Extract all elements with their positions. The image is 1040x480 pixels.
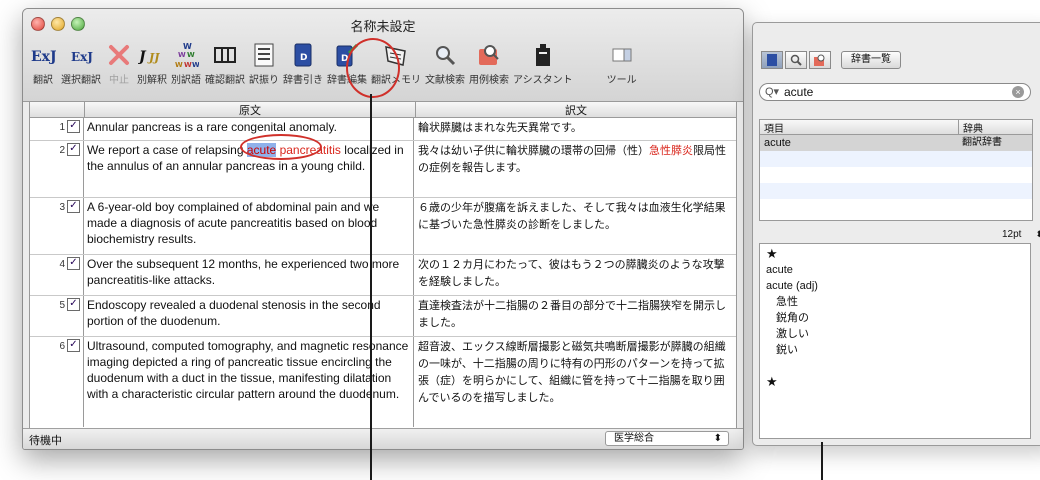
annotation-ring-toolbar xyxy=(346,38,400,98)
list-item[interactable]: acute 翻訳辞書 xyxy=(760,135,1032,151)
tools-button[interactable]: ツール xyxy=(607,41,637,86)
alt-translation-icon: J JJ xyxy=(138,41,166,69)
star-icon: ★ xyxy=(766,246,778,261)
select-translate-icon: ExJ xyxy=(68,41,94,69)
row-checkbox[interactable]: ✓ xyxy=(67,143,80,156)
dictionary-panel: 辞書一覧 Q▾ acute × 項目 辞典 acute 翻訳辞書 12pt⬍ ★… xyxy=(752,22,1040,446)
alt-translation-button[interactable]: J JJ 別解釈 xyxy=(137,41,167,86)
entry-headword: acute xyxy=(766,264,793,276)
source-cell[interactable]: Annular pancreas is a rare congenital an… xyxy=(84,118,414,140)
panel-example-button[interactable] xyxy=(809,51,831,69)
alt-word-button[interactable]: WWWWWW 別訳語 xyxy=(171,41,201,86)
table-row[interactable]: 6 ✓ Ultrasound, computed tomography, and … xyxy=(30,337,736,427)
translation-cell[interactable]: 輪状膵臓はまれな先天異常です。 xyxy=(414,118,736,140)
magnifier-icon xyxy=(434,41,456,69)
translate-button[interactable]: ExJ 翻訳 xyxy=(29,41,57,86)
svg-text:W: W xyxy=(187,51,195,59)
sense-item: 鋭角の xyxy=(776,312,809,324)
dict-lookup-button[interactable]: D 辞書引き xyxy=(283,41,323,86)
results-header: 項目 辞典 xyxy=(760,120,1032,135)
source-cell[interactable]: Endoscopy revealed a duodenal stenosis i… xyxy=(84,296,414,336)
translation-table: 原文 訳文 1 ✓ Annular pancreas is a rare cong… xyxy=(29,101,737,429)
definition-pane: ★ acute acute (adj) 急性 鋭角の 激しい 鋭い ★ xyxy=(759,243,1031,439)
svg-text:W: W xyxy=(175,61,183,69)
example-search-button[interactable]: 用例検索 xyxy=(469,41,509,86)
translation-cell[interactable]: 次の１２カ月にわたって、彼はもう２つの膵臓炎のような攻撃を経験しました。 xyxy=(414,255,736,295)
table-header: 原文 訳文 xyxy=(30,102,736,118)
source-cell[interactable]: Over the subsequent 12 months, he experi… xyxy=(84,255,414,295)
table-row[interactable]: 5 ✓ Endoscopy revealed a duodenal stenosi… xyxy=(30,296,736,337)
sense-item: 激しい xyxy=(776,328,809,340)
svg-text:ExJ: ExJ xyxy=(31,49,56,65)
row-checkbox[interactable]: ✓ xyxy=(67,120,80,133)
assistant-button[interactable]: アシスタント xyxy=(513,41,573,86)
table-row[interactable]: 3 ✓ A 6-year-old boy complained of abdomi… xyxy=(30,198,736,255)
reading-button[interactable]: 訳振り xyxy=(249,41,279,86)
dictionary-icon xyxy=(767,54,777,66)
table-row[interactable]: 2 ✓ We report a case of relapsing acute p… xyxy=(30,141,736,198)
table-row[interactable]: 1 ✓ Annular pancreas is a rare congenital… xyxy=(30,118,736,141)
lines-icon xyxy=(253,41,275,69)
row-checkbox[interactable]: ✓ xyxy=(67,200,80,213)
panel-toolbar: 辞書一覧 xyxy=(761,51,901,69)
row-checkbox[interactable]: ✓ xyxy=(67,339,80,352)
search-value: acute xyxy=(784,85,814,99)
font-size-select[interactable]: 12pt⬍ xyxy=(1002,229,1040,240)
svg-text:J: J xyxy=(138,49,147,65)
alt-word-icon: WWWWWW xyxy=(173,41,199,69)
header-translation: 訳文 xyxy=(565,104,587,117)
source-cell[interactable]: A 6-year-old boy complained of abdominal… xyxy=(84,198,414,254)
confirm-translate-button[interactable]: 確認翻訳 xyxy=(205,41,245,86)
entry-pos: acute (adj) xyxy=(766,280,818,292)
star-icon: ★ xyxy=(766,374,778,389)
panel-search-field[interactable]: Q▾ acute × xyxy=(759,83,1031,101)
annotation-ring-word xyxy=(240,134,322,160)
sense-item: 急性 xyxy=(776,296,798,308)
svg-text:W: W xyxy=(184,61,192,69)
header-source: 原文 xyxy=(85,102,416,117)
doc-search-button[interactable]: 文献検索 xyxy=(425,41,465,86)
example-search-icon xyxy=(814,54,825,66)
translate-icon: ExJ xyxy=(30,41,56,69)
updown-arrow-icon: ⬍ xyxy=(713,433,722,444)
updown-arrow-icon: ⬍ xyxy=(1035,229,1040,239)
row-checkbox[interactable]: ✓ xyxy=(67,298,80,311)
annotation-line-left xyxy=(370,94,372,480)
svg-text:W: W xyxy=(183,42,192,51)
panel-dictionary-button[interactable] xyxy=(761,51,783,69)
table-row[interactable]: 4 ✓ Over the subsequent 12 months, he exp… xyxy=(30,255,736,296)
svg-text:W: W xyxy=(178,51,186,59)
results-list: 項目 辞典 acute 翻訳辞書 xyxy=(759,119,1033,221)
panel-search-button[interactable] xyxy=(785,51,807,69)
dictionary-select[interactable]: 医学総合 ⬍ xyxy=(605,431,729,446)
example-search-icon xyxy=(477,41,501,69)
svg-text:D: D xyxy=(300,53,307,63)
annotation-line-right xyxy=(821,442,823,480)
select-translate-button[interactable]: ExJ 選択翻訳 xyxy=(61,41,101,86)
search-icon: Q▾ xyxy=(765,86,780,98)
dictionary-list-button[interactable]: 辞書一覧 xyxy=(841,51,901,69)
sidebar-toggle-icon xyxy=(612,41,632,69)
columns-icon xyxy=(213,41,237,69)
stop-button[interactable]: 中止 xyxy=(105,41,133,86)
stop-x-icon xyxy=(108,41,130,69)
assistant-icon xyxy=(533,41,553,69)
clear-search-icon[interactable]: × xyxy=(1012,86,1024,98)
svg-text:W: W xyxy=(192,61,199,69)
translation-cell[interactable]: 我々は幼い子供に輪状膵臓の環帯の回帰（性）急性膵炎限局性の症例を報告します。 xyxy=(414,141,736,197)
svg-text:JJ: JJ xyxy=(147,51,160,64)
toolbar: ExJ 翻訳 ExJ 選択翻訳 中止 J JJ 別解釈 W W W W W W … xyxy=(29,41,641,86)
dictionary-icon: D xyxy=(293,41,313,69)
status-bar: 待機中 医学総合 ⬍ xyxy=(23,428,743,449)
svg-text:ExJ: ExJ xyxy=(71,50,93,64)
translation-cell[interactable]: 超音波、エックス線断層撮影と磁気共鳴断層撮影が膵臓の組織の一味が、十二指腸の周り… xyxy=(414,337,736,427)
translation-cell[interactable]: 直達検査法が十二指腸の２番目の部分で十二指腸狭窄を開示しました。 xyxy=(414,296,736,336)
sense-item: 鋭い xyxy=(776,344,798,356)
magnifier-icon xyxy=(790,54,802,66)
row-checkbox[interactable]: ✓ xyxy=(67,257,80,270)
translation-cell[interactable]: ６歳の少年が腹痛を訴えました、そして我々は血液生化学結果に基づいた急性膵炎の診断… xyxy=(414,198,736,254)
status-text: 待機中 xyxy=(29,434,62,447)
source-cell[interactable]: Ultrasound, computed tomography, and mag… xyxy=(84,337,414,427)
window-title: 名称未設定 xyxy=(350,20,416,35)
